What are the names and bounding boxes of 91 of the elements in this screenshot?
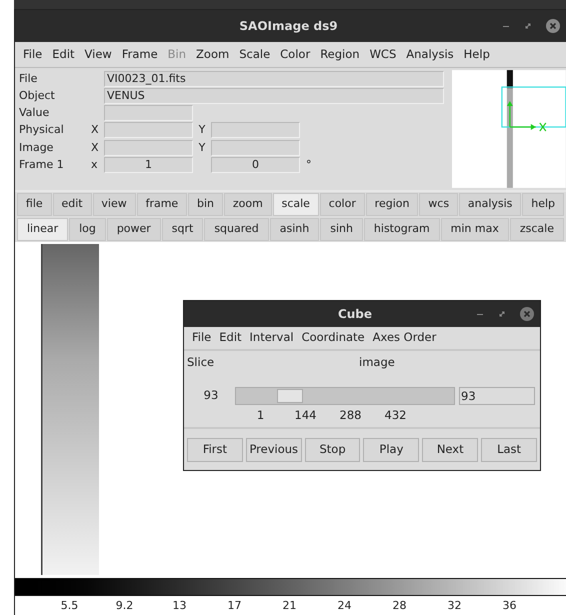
toolbar-button[interactable]: analysis	[458, 193, 522, 216]
slider-tick-label: 288	[338, 407, 362, 424]
axis-label: X	[91, 140, 100, 156]
menu-item[interactable]: Edit	[219, 329, 242, 347]
zoom-field[interactable]: 1	[104, 157, 193, 174]
toolbar-button[interactable]: bin	[188, 193, 223, 216]
cube-button[interactable]: Next	[422, 438, 478, 462]
toolbar-button[interactable]: file	[17, 193, 52, 216]
toolbar-button[interactable]: color	[320, 193, 365, 216]
menu-item[interactable]: WCS	[370, 46, 396, 64]
window-title: SAOImage ds9	[239, 18, 338, 35]
panner-thumbnail[interactable]	[452, 70, 566, 188]
colorbar-label: 13	[172, 598, 188, 614]
degree-label: °	[306, 157, 312, 173]
cube-button[interactable]: Last	[481, 438, 537, 462]
toolbar-button[interactable]: edit	[52, 193, 92, 216]
slider-tick-label: 144	[294, 407, 318, 424]
slice-entry[interactable]: 93	[459, 387, 535, 405]
menu-item[interactable]: Interval	[250, 329, 294, 347]
menu-item[interactable]: File	[192, 329, 212, 347]
x-field[interactable]	[104, 140, 193, 156]
colorbar-label: 17	[226, 598, 242, 614]
menu-item[interactable]: Edit	[52, 46, 75, 64]
toolbar-button[interactable]: view	[92, 193, 136, 216]
coordinate-label: image	[359, 354, 395, 372]
slice-value: 93	[202, 386, 220, 404]
cube-button[interactable]: Play	[363, 438, 420, 462]
close-icon[interactable]	[546, 19, 560, 33]
axis-label: x	[91, 157, 99, 173]
colorbar-label: 32	[446, 598, 462, 614]
angle-field[interactable]: 0	[211, 157, 300, 174]
colorbar-label: 5.5	[60, 598, 80, 614]
field-label: Physical	[19, 122, 65, 138]
colorbar-label: 24	[336, 598, 352, 614]
close-icon[interactable]	[520, 307, 534, 321]
object-field[interactable]: VENUS	[104, 88, 444, 104]
scale-mode-option[interactable]: linear	[17, 218, 68, 241]
scale-mode-option[interactable]: power	[106, 218, 161, 241]
x-field[interactable]	[104, 122, 193, 138]
maximize-icon[interactable]	[524, 22, 532, 30]
scale-mode-option[interactable]: sqrt	[162, 218, 204, 241]
field-label: Image	[19, 140, 54, 156]
slider-thumb[interactable]	[276, 389, 303, 403]
toolbar-button[interactable]: wcs	[419, 193, 458, 216]
scale-mode-option[interactable]: log	[69, 218, 106, 241]
menu-item[interactable]: Coordinate	[302, 329, 365, 347]
field-label: Object	[19, 88, 56, 104]
toolbar-button[interactable]: frame	[136, 193, 188, 216]
slider-tick-label: 432	[384, 407, 408, 424]
menu-item[interactable]: Scale	[239, 46, 270, 64]
cube-button[interactable]: Previous	[246, 438, 302, 462]
menu-item[interactable]: Analysis	[406, 46, 454, 64]
scale-mode-option[interactable]: asinh	[270, 218, 320, 241]
menu-item[interactable]: File	[23, 46, 42, 64]
file-field[interactable]: VI0023_01.fits	[104, 71, 444, 87]
colorbar-label: 28	[392, 598, 408, 614]
toolbar-button[interactable]: scale	[272, 193, 319, 216]
slice-label: Slice	[187, 354, 216, 372]
slider-track[interactable]	[235, 387, 455, 405]
scale-mode-option[interactable]: sinh	[320, 218, 363, 241]
scale-mode-option[interactable]: min max	[440, 218, 509, 241]
menu-item[interactable]: View	[84, 46, 112, 64]
scale-mode-option[interactable]: histogram	[364, 218, 440, 241]
toolbar-button[interactable]: help	[522, 193, 564, 216]
y-field[interactable]	[211, 122, 300, 138]
field-label: Value	[19, 105, 50, 121]
maximize-icon[interactable]	[498, 310, 506, 318]
menu-item[interactable]: Zoom	[196, 46, 230, 64]
menu-item[interactable]: Axes Order	[372, 329, 436, 347]
dialog-title: Cube	[338, 306, 372, 323]
axis-label: Y	[198, 140, 206, 156]
value-field[interactable]	[104, 105, 193, 121]
axis-label: Y	[198, 122, 206, 138]
y-field[interactable]	[211, 140, 300, 156]
scale-mode-option[interactable]: zscale	[510, 218, 564, 241]
toolbar-button[interactable]: zoom	[224, 193, 272, 216]
menu-item[interactable]: Frame	[122, 46, 158, 64]
colorbar-label: 9.2	[114, 598, 134, 614]
field-label: Frame 1	[19, 157, 65, 174]
axis-label: X	[91, 122, 100, 138]
field-label: File	[19, 71, 38, 87]
cube-button[interactable]: Stop	[304, 438, 360, 462]
menu-item[interactable]: Region	[320, 46, 360, 64]
slider-tick-label: 1	[256, 407, 266, 424]
menu-item[interactable]: Color	[280, 46, 310, 64]
menu-item[interactable]: Help	[464, 46, 490, 64]
scale-mode-option[interactable]: squared	[204, 218, 269, 241]
cube-button[interactable]: First	[187, 438, 243, 462]
toolbar-button[interactable]: region	[366, 193, 418, 216]
colorbar-label: 36	[502, 598, 518, 614]
colorbar-label: 21	[282, 598, 298, 614]
